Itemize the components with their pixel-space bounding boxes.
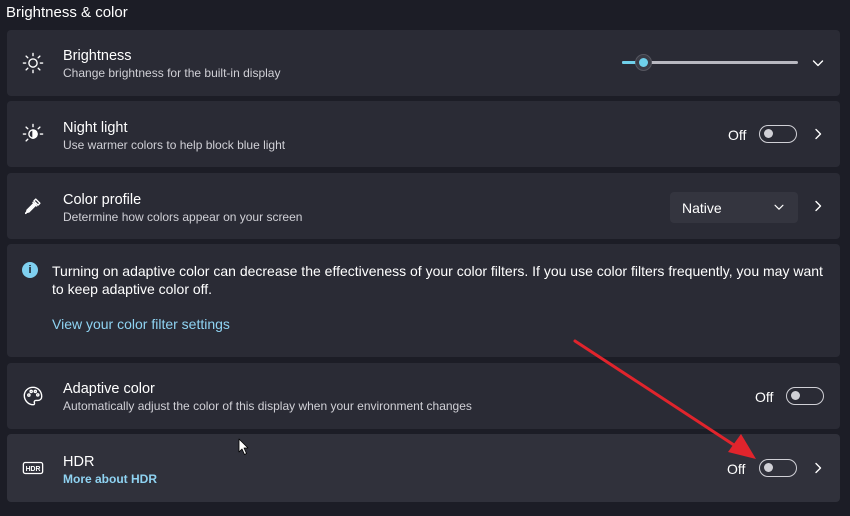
hdr-card[interactable]: HDR HDR More about HDR Off xyxy=(7,434,840,502)
adaptive-color-state: Off xyxy=(755,389,774,405)
mouse-cursor-icon xyxy=(238,438,249,455)
hdr-icon: HDR xyxy=(21,456,45,480)
info-icon: i xyxy=(22,262,38,278)
color-profile-selected: Native xyxy=(682,200,722,216)
adaptive-color-card[interactable]: Adaptive color Automatically adjust the … xyxy=(7,363,840,429)
night-light-icon xyxy=(21,122,45,146)
adaptive-color-info-card: i Turning on adaptive color can decrease… xyxy=(7,244,840,357)
brightness-card[interactable]: Brightness Change brightness for the bui… xyxy=(7,30,840,96)
section-title: Brightness & color xyxy=(6,4,128,21)
toggle-knob xyxy=(764,463,773,472)
brightness-slider-thumb[interactable] xyxy=(635,54,653,71)
hdr-toggle[interactable] xyxy=(759,459,797,477)
chevron-down-icon[interactable] xyxy=(810,55,826,71)
color-filter-settings-link[interactable]: View your color filter settings xyxy=(52,316,230,332)
night-light-title: Night light xyxy=(63,120,128,136)
chevron-right-icon[interactable] xyxy=(810,460,826,476)
color-profile-card[interactable]: Color profile Determine how colors appea… xyxy=(7,173,840,239)
adaptive-color-subtitle: Automatically adjust the color of this d… xyxy=(63,399,472,413)
chevron-down-icon xyxy=(772,200,786,214)
brightness-subtitle: Change brightness for the built-in displ… xyxy=(63,66,281,80)
chevron-right-icon[interactable] xyxy=(810,198,826,214)
night-light-subtitle: Use warmer colors to help block blue lig… xyxy=(63,138,286,152)
night-light-card[interactable]: Night light Use warmer colors to help bl… xyxy=(7,101,840,167)
color-profile-title: Color profile xyxy=(63,192,142,208)
adaptive-color-title: Adaptive color xyxy=(63,381,155,397)
brightness-slider[interactable] xyxy=(622,54,798,71)
night-light-toggle[interactable] xyxy=(759,125,797,143)
adaptive-color-toggle[interactable] xyxy=(786,387,824,405)
svg-text:HDR: HDR xyxy=(26,466,41,473)
hdr-title: HDR xyxy=(63,454,95,470)
toggle-knob xyxy=(764,129,773,138)
night-light-state: Off xyxy=(728,127,747,143)
info-text: Turning on adaptive color can decrease t… xyxy=(52,263,823,297)
palette-icon xyxy=(21,384,45,408)
more-about-hdr-link[interactable]: More about HDR xyxy=(63,472,157,486)
brightness-title: Brightness xyxy=(63,48,132,64)
eyedropper-icon xyxy=(21,194,45,218)
color-profile-dropdown[interactable]: Native xyxy=(670,192,798,223)
toggle-knob xyxy=(791,391,800,400)
color-profile-subtitle: Determine how colors appear on your scre… xyxy=(63,210,303,224)
chevron-right-icon[interactable] xyxy=(810,126,826,142)
sun-icon xyxy=(21,51,45,75)
hdr-state: Off xyxy=(727,461,746,477)
